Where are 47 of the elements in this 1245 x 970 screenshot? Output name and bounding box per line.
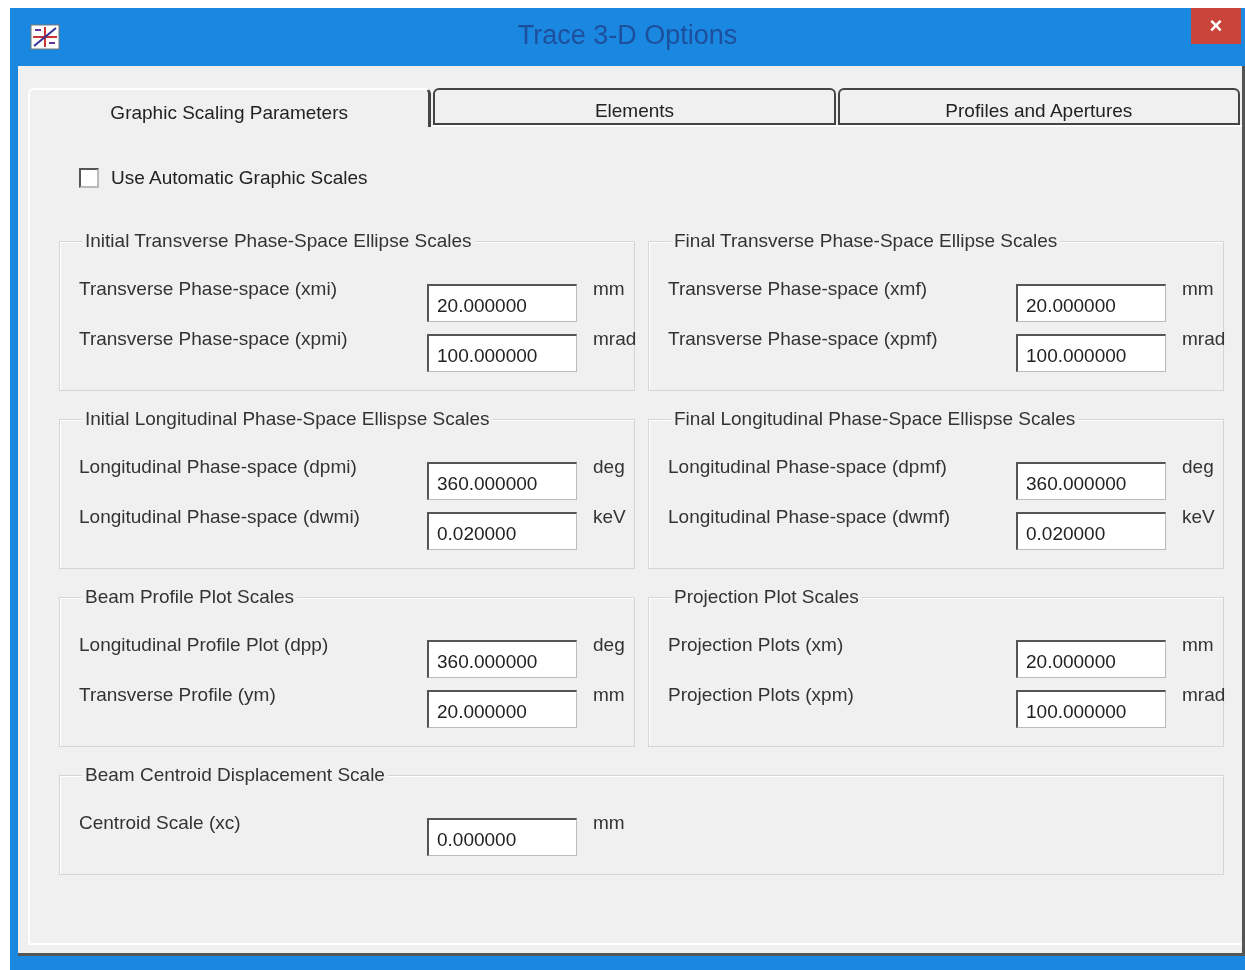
input-field[interactable]: 20.000000 <box>427 690 577 728</box>
field-label: Transverse Phase-space (xmf) <box>668 277 929 300</box>
unit-label: deg <box>593 633 626 656</box>
close-button[interactable]: × <box>1191 8 1241 44</box>
field-label: Centroid Scale (xc) <box>79 811 242 834</box>
field-label: Transverse Profile (ym) <box>79 683 277 706</box>
unit-label: keV <box>593 505 627 528</box>
input-field[interactable]: 360.000000 <box>1016 462 1166 500</box>
unit-label: deg <box>1182 455 1215 478</box>
unit-label: mrad <box>1182 683 1226 706</box>
input-field[interactable]: 20.000000 <box>1016 284 1166 322</box>
checkbox[interactable] <box>79 168 99 188</box>
window-title: Trace 3-D Options <box>517 20 738 51</box>
unit-label: mm <box>1182 277 1215 300</box>
checkbox-label: Use Automatic Graphic Scales <box>111 167 368 189</box>
input-field[interactable]: 0.000000 <box>427 818 577 856</box>
input-field[interactable]: 0.020000 <box>427 512 577 550</box>
input-field[interactable]: 20.000000 <box>427 284 577 322</box>
unit-label: keV <box>1182 505 1216 528</box>
unit-label: mm <box>593 811 626 834</box>
unit-label: mrad <box>593 327 637 350</box>
unit-label: deg <box>593 455 626 478</box>
input-field[interactable]: 360.000000 <box>427 462 577 500</box>
app-icon <box>30 24 60 50</box>
tab[interactable]: Elements <box>433 88 836 125</box>
field-label: Projection Plots (xpm) <box>668 683 855 706</box>
field-label: Transverse Phase-space (xmi) <box>79 277 338 300</box>
unit-label: mm <box>593 277 626 300</box>
input-field[interactable]: 100.000000 <box>1016 334 1166 372</box>
input-field[interactable]: 0.020000 <box>1016 512 1166 550</box>
field-label: Transverse Phase-space (xpmf) <box>668 327 939 350</box>
field-label: Longitudinal Phase-space (dwmi) <box>79 505 361 528</box>
tab[interactable]: Profiles and Apertures <box>837 88 1240 125</box>
field-label: Longitudinal Phase-space (dpmf) <box>668 455 948 478</box>
unit-label: mm <box>1182 633 1215 656</box>
input-field[interactable]: 360.000000 <box>427 640 577 678</box>
field-label: Longitudinal Phase-space (dwmf) <box>668 505 951 528</box>
field-label: Transverse Phase-space (xpmi) <box>79 327 349 350</box>
unit-label: mrad <box>1182 327 1226 350</box>
field-label: Projection Plots (xm) <box>668 633 845 656</box>
input-field[interactable]: 100.000000 <box>427 334 577 372</box>
field-label: Longitudinal Profile Plot (dpp) <box>79 633 330 656</box>
input-field[interactable]: 20.000000 <box>1016 640 1166 678</box>
tab[interactable]: Graphic Scaling Parameters <box>28 88 432 127</box>
input-field[interactable]: 100.000000 <box>1016 690 1166 728</box>
field-label: Longitudinal Phase-space (dpmi) <box>79 455 358 478</box>
unit-label: mm <box>593 683 626 706</box>
